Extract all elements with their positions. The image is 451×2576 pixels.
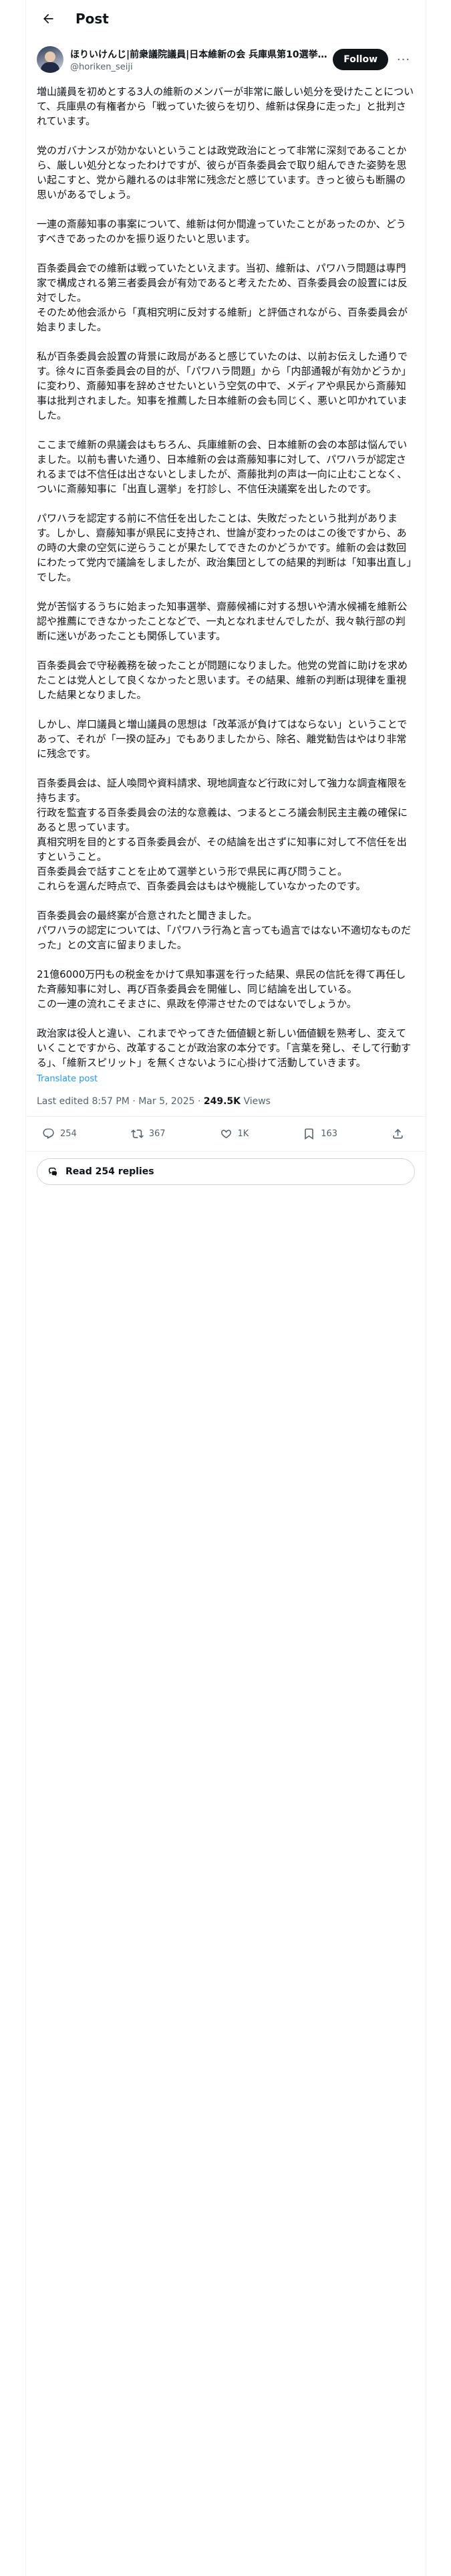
post-paragraph: 私が百条委員会設置の背景に政局があると感じていたのは、以前お伝えした通りです。徐… bbox=[37, 350, 412, 421]
share-button[interactable] bbox=[392, 1128, 410, 1140]
views-label: Views bbox=[243, 1096, 271, 1107]
back-button[interactable] bbox=[37, 7, 59, 30]
post-paragraph: 政治家は役人と違い、これまでやってきた価値観と新しい価値観を熟考し、変えていくこ… bbox=[37, 1027, 412, 1069]
like-count: 1K bbox=[237, 1129, 249, 1139]
avatar[interactable] bbox=[37, 46, 63, 73]
follow-button[interactable]: Follow bbox=[333, 49, 388, 70]
top-bar: Post bbox=[26, 0, 426, 37]
like-button[interactable]: 1K bbox=[220, 1128, 249, 1140]
last-edited-timestamp[interactable]: Last edited 8:57 PM · Mar 5, 2025 · bbox=[37, 1096, 200, 1107]
action-bar: 254 367 1K 163 bbox=[26, 1117, 426, 1152]
main-column: Post ほりいけんじ|前衆議院議員|日本維新の会 兵庫県第10選挙区支部長 @… bbox=[25, 0, 426, 2576]
post-paragraph: しかし、岸口議員と増山議員の思想は「改革派が負けてはならない」ということであって… bbox=[37, 718, 408, 760]
reply-count: 254 bbox=[60, 1129, 77, 1139]
author-handle[interactable]: @horiken_seiji bbox=[70, 62, 327, 72]
reply-icon bbox=[43, 1128, 54, 1140]
author-name[interactable]: ほりいけんじ|前衆議院議員|日本維新の会 兵庫県第10選挙区支部長 bbox=[70, 47, 327, 61]
post-paragraph: 党が苦悩するうちに始まった知事選挙、齋藤候補に対する想いや清水候補を維新公認や推… bbox=[37, 601, 408, 642]
post-paragraph: 百条委員会は、証人喚問や資料請求、現地調査など行政に対して強力な調査権限を持ちま… bbox=[37, 777, 408, 892]
post-paragraph: 百条委員会の最終案が合意されたと聞きました。 パワハラの認定については、「パワハ… bbox=[37, 909, 411, 951]
author-row: ほりいけんじ|前衆議院議員|日本維新の会 兵庫県第10選挙区支部長 @horik… bbox=[26, 37, 426, 75]
arrow-left-icon bbox=[43, 13, 53, 24]
post-paragraph: 21億6000万円もの税金をかけて県知事選を行った結果、県民の信託を得て再任した… bbox=[37, 968, 406, 1010]
heart-icon bbox=[220, 1130, 231, 1139]
post-paragraph: 増山議員を初めとする3人の維新のメンバーが非常に厳しい処分を受けたことについて、… bbox=[37, 86, 414, 127]
post-meta: Last edited 8:57 PM · Mar 5, 2025 · 249.… bbox=[26, 1084, 426, 1117]
more-options-icon[interactable]: ··· bbox=[392, 48, 415, 71]
bookmark-button[interactable]: 163 bbox=[303, 1128, 337, 1140]
post-paragraph: 百条委員会での維新は戦っていたといえます。当初、維新は、パワハラ問題は専門家で構… bbox=[37, 262, 408, 333]
read-replies-label: Read 254 replies bbox=[65, 1166, 154, 1177]
bookmark-icon bbox=[305, 1128, 314, 1140]
post-paragraph: 百条委員会で守秘義務を破ったことが問題になりました。他党の党首に助けを求めたこと… bbox=[37, 659, 408, 701]
author-info: ほりいけんじ|前衆議院議員|日本維新の会 兵庫県第10選挙区支部長 @horik… bbox=[70, 47, 327, 72]
post-paragraph: ここまで維新の県議会はもちろん、兵庫維新の会、日本維新の会の本部は悩んでいました… bbox=[37, 439, 408, 495]
share-icon bbox=[393, 1129, 403, 1139]
chat-bubbles-icon bbox=[49, 1168, 57, 1176]
reply-button[interactable]: 254 bbox=[42, 1128, 77, 1140]
repost-button[interactable]: 367 bbox=[130, 1128, 166, 1140]
post-paragraph: 一連の斎藤知事の事案について、維新は何か間違っていたことがあったのか、どうすべき… bbox=[37, 218, 406, 245]
read-replies-button[interactable]: Read 254 replies bbox=[37, 1158, 415, 1185]
repost-icon bbox=[130, 1130, 144, 1138]
post-paragraph: 党のガバナンスが効かないということは政党政治にとって非常に深刻であることから、厳… bbox=[37, 144, 407, 201]
post-paragraph: パワハラを認定する前に不信任を出したことは、失敗だったという批判があります。しか… bbox=[37, 512, 412, 583]
repost-count: 367 bbox=[148, 1129, 166, 1139]
replies-section: Read 254 replies bbox=[26, 1152, 426, 1192]
post-text: 増山議員を初めとする3人の維新のメンバーが非常に厳しい処分を受けたことについて、… bbox=[26, 75, 426, 1070]
page-title: Post bbox=[76, 11, 109, 27]
translate-post-link[interactable]: Translate post bbox=[26, 1070, 426, 1084]
bookmark-count: 163 bbox=[321, 1129, 338, 1139]
views-count: 249.5K bbox=[203, 1096, 241, 1107]
